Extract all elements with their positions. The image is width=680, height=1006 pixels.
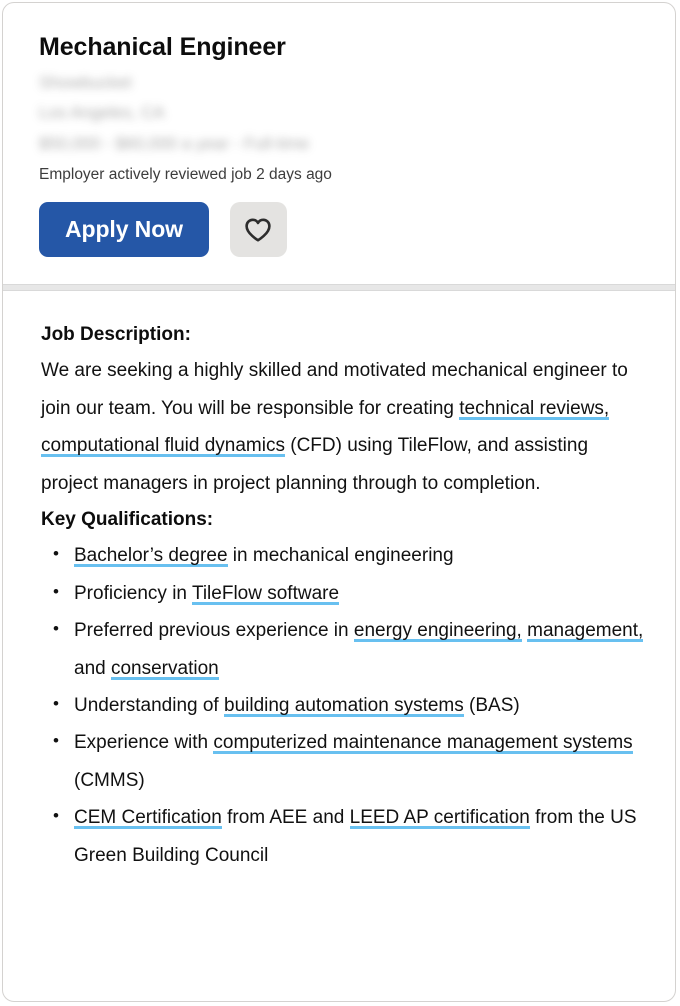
qual-text: Understanding of [74, 695, 224, 716]
list-item: Bachelor’s degree in mechanical engineer… [41, 537, 649, 574]
qual-text: from AEE and [221, 807, 350, 829]
save-job-button[interactable] [229, 202, 287, 258]
qual-highlight: building automation systems [224, 695, 464, 716]
job-description-body: Job Description: We are seeking a highly… [3, 291, 675, 874]
qual-text: (BAS) [463, 695, 520, 716]
desc-highlight-cfd: computational fluid dynamics [41, 435, 285, 457]
apply-now-button[interactable]: Apply Now [39, 202, 209, 258]
list-item: Preferred previous experience in energy … [41, 612, 649, 687]
qual-text: and [74, 657, 111, 679]
qual-text: (CMMS) [74, 769, 145, 791]
action-row: Apply Now [39, 202, 639, 258]
desc-highlight-technical-reviews: technical reviews, [459, 397, 610, 419]
list-item: Proficiency in TileFlow software [41, 575, 649, 612]
qual-text: Preferred previous experience in [74, 620, 354, 642]
qual-highlight: TileFlow software [191, 582, 340, 604]
qual-highlight: Bachelor’s degree [74, 545, 228, 567]
job-location-redacted: Los Angeles, CA [39, 102, 165, 122]
salary-and-type-redacted: $50,000 - $60,000 a year - Full-time [39, 133, 310, 153]
qual-highlight: energy engineering, [353, 620, 522, 642]
qual-text: Experience with [74, 732, 214, 754]
qual-highlight: computerized maintenance management syst… [213, 732, 633, 754]
qual-highlight: CEM Certification [74, 807, 222, 829]
job-description-heading: Job Description: [41, 324, 191, 346]
list-item: Understanding of building automation sys… [41, 687, 649, 724]
list-item: Experience with computerized maintenance… [41, 724, 649, 799]
section-divider [3, 284, 675, 292]
employer-reviewed-note: Employer actively reviewed job 2 days ag… [39, 165, 332, 183]
qual-highlight: LEED AP certification [349, 807, 530, 829]
key-qualifications-list: Bachelor’s degree in mechanical engineer… [41, 537, 649, 874]
job-description-text: We are seeking a highly skilled and moti… [41, 352, 649, 502]
heart-icon [244, 217, 272, 243]
job-posting-card: Mechanical Engineer Showbucket Los Angel… [2, 2, 676, 1002]
page-title: Mechanical Engineer [39, 33, 286, 61]
list-item: CEM Certification from AEE and LEED AP c… [41, 799, 649, 874]
qual-highlight: conservation [110, 657, 219, 679]
qual-highlight: management, [527, 620, 644, 642]
qual-text: Proficiency in [74, 582, 192, 604]
company-name-redacted: Showbucket [39, 72, 132, 92]
qual-text: in mechanical engineering [227, 545, 454, 567]
key-qualifications-heading: Key Qualifications: [41, 509, 214, 531]
job-header: Mechanical Engineer Showbucket Los Angel… [3, 3, 675, 258]
